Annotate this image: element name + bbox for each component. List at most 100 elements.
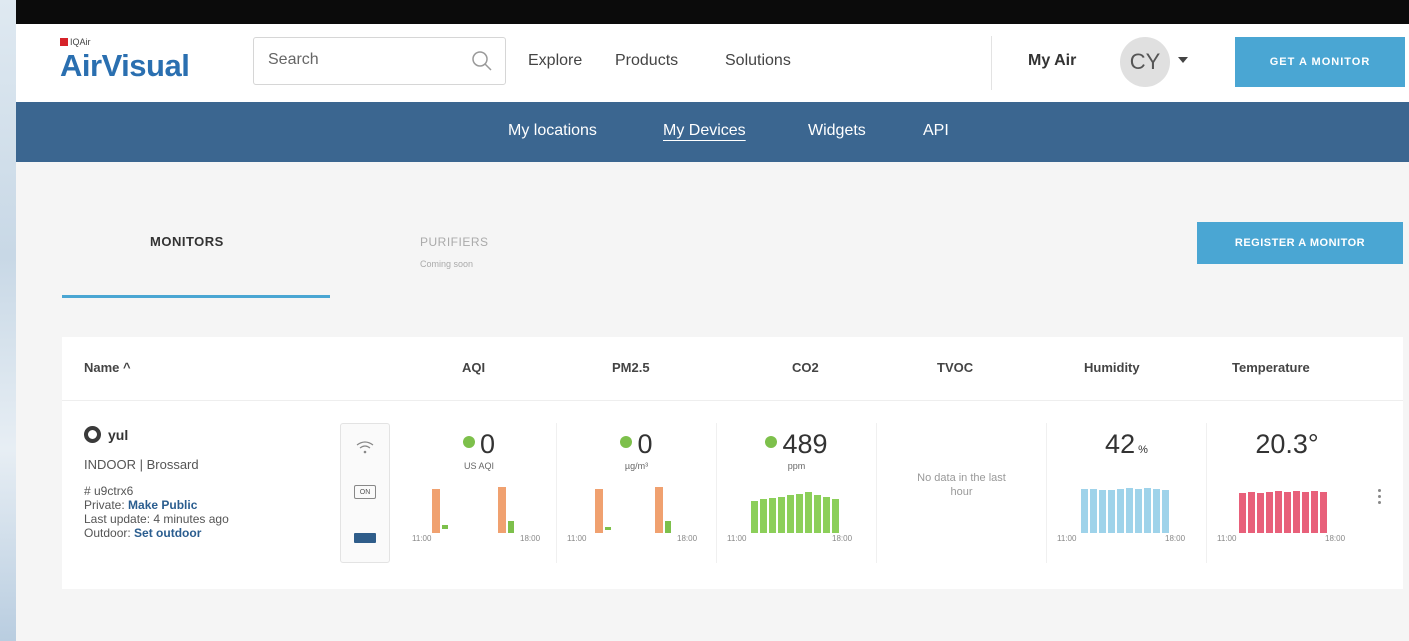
temperature-bar xyxy=(1320,492,1327,533)
humidity-bar xyxy=(1081,489,1088,533)
temperature-tick-end: 18:00 xyxy=(1325,534,1346,543)
iqair-mark-icon xyxy=(60,38,68,46)
header-aqi: AQI xyxy=(462,360,486,375)
temperature-bar xyxy=(1266,492,1273,533)
page: IQAir AirVisual Explore Products Solutio… xyxy=(16,24,1409,641)
humidity-bar xyxy=(1144,488,1151,533)
device-location: INDOOR | Brossard xyxy=(84,457,199,472)
aqi-tick-start: 11:00 xyxy=(412,534,432,543)
temperature-tick-start: 11:00 xyxy=(1217,534,1237,543)
co2-bar xyxy=(769,498,776,533)
device-id: # u9ctrx6 xyxy=(84,484,134,498)
temperature-bar xyxy=(1239,493,1246,533)
logo[interactable]: IQAir AirVisual xyxy=(60,36,190,84)
co2-sparkline xyxy=(751,492,839,533)
humidity-bar xyxy=(1126,488,1133,533)
pm25-cell: 0 µg/m³ 11:00 18:00 xyxy=(557,423,717,563)
get-monitor-button[interactable]: GET A MONITOR xyxy=(1235,37,1405,87)
active-tab-indicator xyxy=(62,295,330,298)
humidity-bar xyxy=(1153,489,1160,533)
nav-explore[interactable]: Explore xyxy=(528,52,582,70)
subnav-widgets[interactable]: Widgets xyxy=(808,122,866,140)
top-navbar: IQAir AirVisual Explore Products Solutio… xyxy=(16,24,1409,102)
tab-purifiers-subtitle: Coming soon xyxy=(420,259,474,269)
pm25-bar xyxy=(605,527,611,530)
device-name-label: yul xyxy=(108,426,129,443)
search-icon[interactable] xyxy=(471,50,493,72)
more-options-icon[interactable] xyxy=(1378,489,1382,507)
co2-bar xyxy=(832,499,839,533)
humidity-bar xyxy=(1162,490,1169,533)
tab-monitors[interactable]: MONITORS xyxy=(150,234,224,249)
private-label: Private: xyxy=(84,498,125,512)
my-air-link[interactable]: My Air xyxy=(1028,52,1076,70)
temperature-bar xyxy=(1248,492,1255,533)
search-input[interactable] xyxy=(268,51,448,69)
pm25-sparkline xyxy=(595,487,671,533)
aqi-value: 0 xyxy=(402,429,556,460)
header-humidity: Humidity xyxy=(1084,360,1140,375)
temperature-bar xyxy=(1284,492,1291,533)
temperature-bar xyxy=(1275,491,1282,533)
pm25-bar xyxy=(655,487,663,533)
humidity-bar xyxy=(1099,490,1106,533)
co2-bar xyxy=(778,497,785,533)
device-privacy: Private: Make Public xyxy=(84,498,197,512)
co2-bar xyxy=(760,499,767,533)
co2-bar xyxy=(796,494,803,533)
device-outdoor: Outdoor: Set outdoor xyxy=(84,526,201,540)
device-name[interactable]: yul xyxy=(84,426,128,443)
wifi-icon xyxy=(356,441,374,454)
humidity-value: 42 % xyxy=(1047,429,1206,460)
register-monitor-button[interactable]: REGISTER A MONITOR xyxy=(1197,222,1403,264)
temperature-bar xyxy=(1311,491,1318,533)
battery-icon xyxy=(354,533,376,543)
header-co2: CO2 xyxy=(792,360,819,375)
power-on-icon: ON xyxy=(354,485,376,499)
iqair-label: IQAir xyxy=(60,36,189,48)
humidity-bar xyxy=(1108,490,1115,533)
humidity-bar xyxy=(1117,489,1124,533)
nav-solutions[interactable]: Solutions xyxy=(725,52,791,70)
aqi-bar xyxy=(508,521,514,533)
chevron-down-icon[interactable] xyxy=(1178,57,1188,63)
aqi-unit: US AQI xyxy=(463,461,494,471)
nav-products[interactable]: Products xyxy=(615,52,678,70)
subnav-my-devices[interactable]: My Devices xyxy=(663,122,746,140)
tvoc-cell: No data in the last hour xyxy=(877,423,1047,563)
outdoor-label: Outdoor: xyxy=(84,526,131,540)
humidity-bar xyxy=(1135,489,1142,533)
subnav-api[interactable]: API xyxy=(923,122,949,140)
header-name[interactable]: Name ^ xyxy=(84,360,131,375)
humidity-sparkline xyxy=(1081,488,1169,533)
aqi-tick-end: 18:00 xyxy=(520,534,541,543)
brand-name: AirVisual xyxy=(60,48,190,83)
aqi-bar xyxy=(498,487,506,533)
humidity-number: 42 xyxy=(1105,429,1136,459)
tvoc-nodata: No data in the last hour xyxy=(917,472,1006,498)
nav-divider xyxy=(991,36,992,90)
avatar[interactable]: CY xyxy=(1120,37,1170,87)
subnav-my-locations[interactable]: My locations xyxy=(508,122,597,140)
set-outdoor-link[interactable]: Set outdoor xyxy=(134,526,201,540)
co2-value: 489 xyxy=(717,429,876,460)
temperature-bar xyxy=(1302,492,1309,533)
make-public-link[interactable]: Make Public xyxy=(128,498,197,512)
pm25-bar xyxy=(595,489,603,533)
pm25-tick-start: 11:00 xyxy=(567,534,587,543)
pm25-bar xyxy=(665,521,671,533)
search-box[interactable] xyxy=(253,37,506,85)
device-ring-icon xyxy=(84,426,101,443)
co2-bar xyxy=(823,497,830,533)
co2-cell: 489 ppm 11:00 18:00 xyxy=(717,423,877,563)
co2-bar xyxy=(814,495,821,533)
devices-table: Name ^ AQI PM2.5 CO2 TVOC Humidity Tempe… xyxy=(62,337,1403,589)
device-last-update: Last update: 4 minutes ago xyxy=(84,512,229,526)
humidity-unit: % xyxy=(1138,444,1148,456)
tab-purifiers[interactable]: PURIFIERS xyxy=(420,235,489,249)
good-status-icon xyxy=(620,436,633,448)
temperature-value: 20.3° xyxy=(1255,429,1319,459)
co2-tick-end: 18:00 xyxy=(832,534,853,543)
table-header: Name ^ AQI PM2.5 CO2 TVOC Humidity Tempe… xyxy=(62,337,1403,401)
humidity-cell: 42 % 11:00 18:00 xyxy=(1047,423,1207,563)
